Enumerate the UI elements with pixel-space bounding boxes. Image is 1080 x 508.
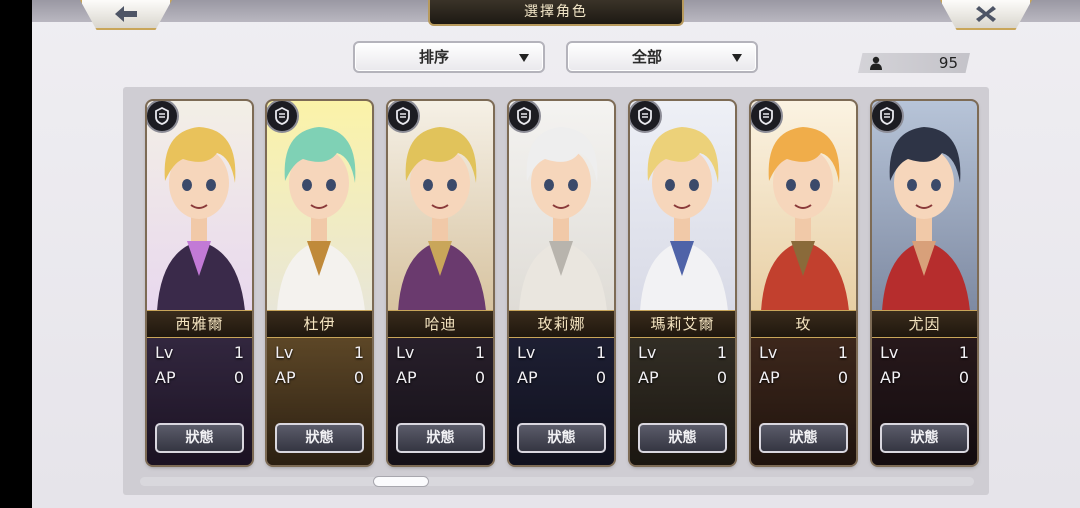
ap-label: AP [396, 368, 417, 387]
ap-value: 0 [958, 368, 969, 387]
ap-value: 0 [474, 368, 485, 387]
page-title: 選擇角色 [428, 0, 684, 26]
status-button[interactable]: 狀態 [155, 423, 244, 453]
scrollbar-track[interactable] [140, 477, 974, 486]
character-name: 玫 [751, 310, 856, 338]
character-card[interactable]: 玫莉娜 Lv 1 AP 0 狀態 [509, 101, 614, 465]
ap-label: AP [759, 368, 780, 387]
character-card[interactable]: 尤因 Lv 1 AP 0 狀態 [872, 101, 977, 465]
status-button[interactable]: 狀態 [638, 423, 727, 453]
level-label: Lv [880, 343, 899, 362]
level-label: Lv [396, 343, 415, 362]
back-arrow-icon [115, 6, 137, 22]
close-x-icon [976, 6, 996, 22]
ap-label: AP [638, 368, 659, 387]
character-card[interactable]: 西雅爾 Lv 1 AP 0 狀態 [147, 101, 252, 465]
character-card[interactable]: 玫 Lv 1 AP 0 狀態 [751, 101, 856, 465]
sort-dropdown-label: 排序 [418, 48, 449, 66]
person-icon [870, 56, 882, 70]
level-value: 1 [716, 343, 727, 362]
level-value: 1 [233, 343, 244, 362]
level-label: Lv [155, 343, 174, 362]
character-card[interactable]: 瑪莉艾爾 Lv 1 AP 0 狀態 [630, 101, 735, 465]
level-label: Lv [638, 343, 657, 362]
filter-dropdown[interactable]: 全部 [566, 41, 758, 73]
character-name: 玫莉娜 [509, 310, 614, 338]
level-value: 1 [837, 343, 848, 362]
ap-label: AP [275, 368, 296, 387]
level-value: 1 [353, 343, 364, 362]
level-label: Lv [759, 343, 778, 362]
ap-value: 0 [837, 368, 848, 387]
chevron-down-icon [732, 54, 742, 62]
ap-value: 0 [595, 368, 606, 387]
character-name: 哈迪 [388, 310, 493, 338]
ap-label: AP [155, 368, 176, 387]
ap-value: 0 [353, 368, 364, 387]
level-label: Lv [517, 343, 536, 362]
level-label: Lv [275, 343, 294, 362]
character-name: 杜伊 [267, 310, 372, 338]
character-name: 瑪莉艾爾 [630, 310, 735, 338]
character-name: 尤因 [872, 310, 977, 338]
level-value: 1 [958, 343, 969, 362]
level-value: 1 [595, 343, 606, 362]
status-button[interactable]: 狀態 [396, 423, 485, 453]
character-card[interactable]: 杜伊 Lv 1 AP 0 狀態 [267, 101, 372, 465]
status-button[interactable]: 狀態 [275, 423, 364, 453]
status-button[interactable]: 狀態 [880, 423, 969, 453]
filter-dropdown-label: 全部 [631, 48, 662, 66]
ap-label: AP [517, 368, 538, 387]
character-card[interactable]: 哈迪 Lv 1 AP 0 狀態 [388, 101, 493, 465]
ap-value: 0 [233, 368, 244, 387]
ap-label: AP [880, 368, 901, 387]
character-count-value: 95 [938, 54, 958, 72]
chevron-down-icon [519, 54, 529, 62]
ap-value: 0 [716, 368, 727, 387]
status-button[interactable]: 狀態 [517, 423, 606, 453]
character-count: 95 [858, 53, 970, 73]
sort-dropdown[interactable]: 排序 [353, 41, 545, 73]
scrollbar-thumb[interactable] [373, 476, 429, 487]
character-name: 西雅爾 [147, 310, 252, 338]
status-button[interactable]: 狀態 [759, 423, 848, 453]
level-value: 1 [474, 343, 485, 362]
